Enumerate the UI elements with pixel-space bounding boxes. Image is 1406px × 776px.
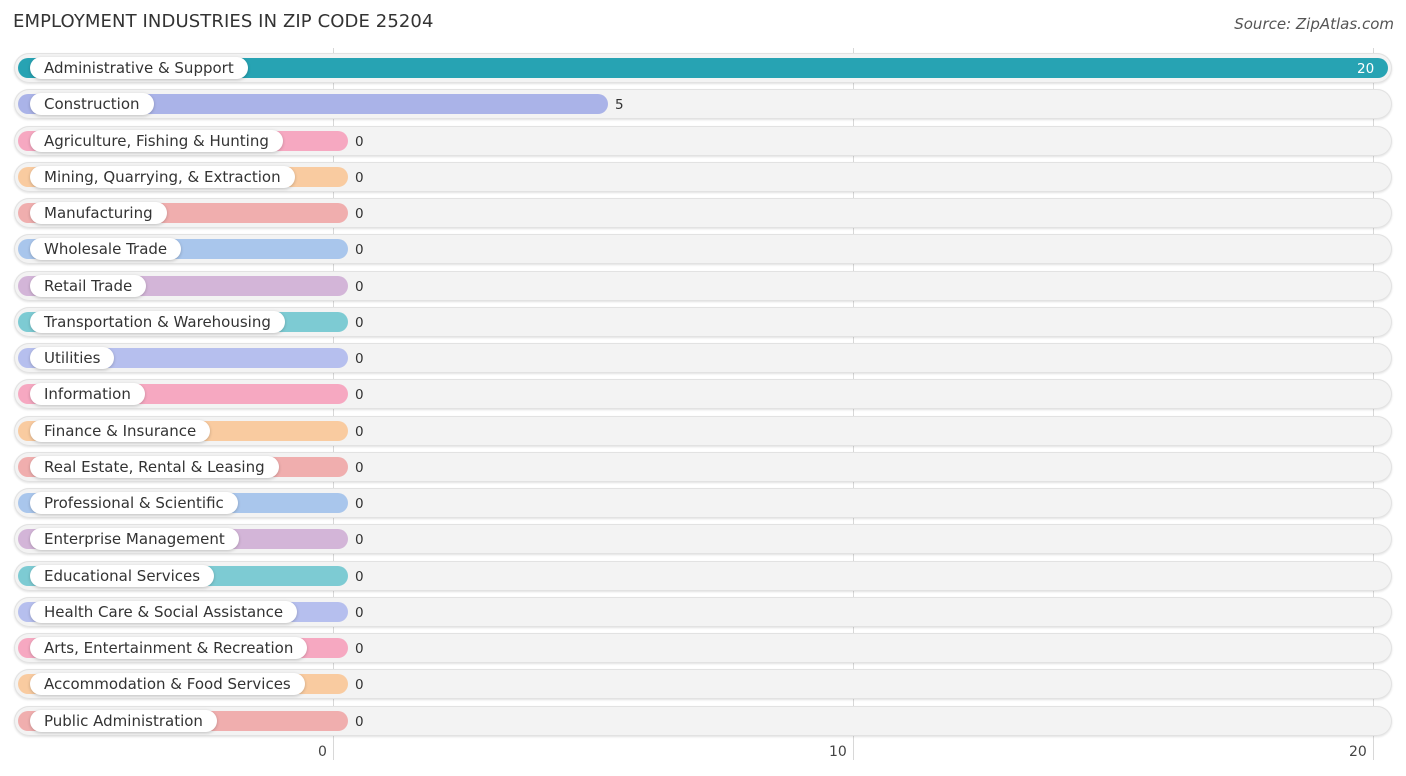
category-label: Construction xyxy=(30,93,154,116)
value-label: 0 xyxy=(355,242,364,259)
category-label: Finance & Insurance xyxy=(30,419,211,442)
category-label: Administrative & Support xyxy=(30,57,248,79)
category-label: Health Care & Social Assistance xyxy=(30,600,298,623)
value-label: 0 xyxy=(355,677,364,694)
value-label: 0 xyxy=(355,133,364,150)
category-label: Professional & Scientific xyxy=(30,492,238,514)
category-label: Manufacturing xyxy=(30,202,167,224)
value-label: 0 xyxy=(355,532,364,549)
category-label: Utilities xyxy=(30,347,115,369)
value-label: 0 xyxy=(355,496,364,512)
value-label: 0 xyxy=(355,423,364,440)
bar-chart: 0 10 20 Administrative & Support 20 Construct… xyxy=(0,0,1406,776)
value-label: 0 xyxy=(355,206,364,222)
category-label: Retail Trade xyxy=(30,274,147,297)
category-label: Public Administration xyxy=(30,709,217,732)
value-label: 0 xyxy=(355,568,364,585)
value-label: 0 xyxy=(355,459,364,476)
category-label: Information xyxy=(30,383,145,406)
value-label: 0 xyxy=(355,314,364,331)
value-label: 20 xyxy=(1357,61,1375,77)
value-label: 0 xyxy=(355,351,364,367)
x-tick-label: 10 xyxy=(829,744,847,760)
value-label: 0 xyxy=(355,278,364,295)
category-label: Mining, Quarrying, & Extraction xyxy=(30,165,295,188)
category-label: Real Estate, Rental & Leasing xyxy=(30,455,279,478)
value-label: 0 xyxy=(355,641,364,657)
x-tick-label: 0 xyxy=(318,744,327,760)
category-label: Transportation & Warehousing xyxy=(30,310,285,333)
category-label: Educational Services xyxy=(30,564,215,587)
value-label: 0 xyxy=(355,604,364,621)
x-tick-label: 20 xyxy=(1349,744,1367,760)
category-label: Accommodation & Food Services xyxy=(30,673,305,696)
value-label: 0 xyxy=(355,169,364,186)
value-label: 0 xyxy=(355,713,364,730)
category-label: Arts, Entertainment & Recreation xyxy=(30,637,308,659)
category-label: Wholesale Trade xyxy=(30,238,182,261)
category-label: Enterprise Management xyxy=(30,528,239,551)
value-label: 0 xyxy=(355,387,364,404)
category-label: Agriculture, Fishing & Hunting xyxy=(30,129,283,152)
value-label: 5 xyxy=(615,97,624,114)
